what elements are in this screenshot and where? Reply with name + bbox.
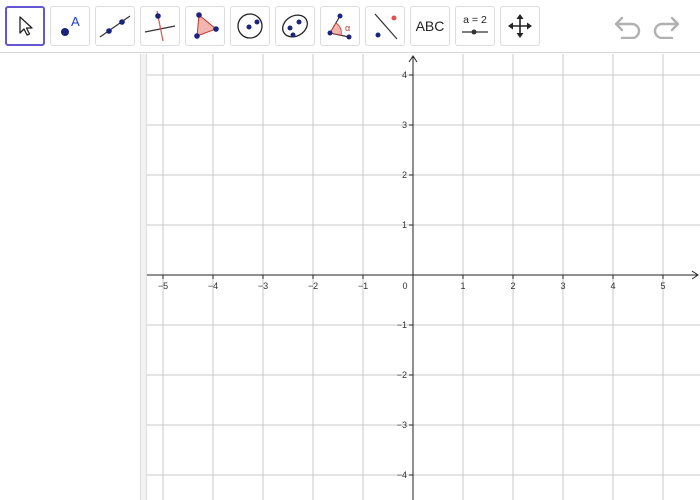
x-tick-label: −4 [208,281,218,291]
polygon-icon [194,12,219,39]
view-splitter[interactable] [140,54,147,500]
slider-icon: a = 2 [462,14,488,35]
reflect-about-line-icon [374,13,398,40]
move-tool-button[interactable] [5,6,45,46]
graphics-view[interactable]: −5 −4 −3 −2 −1 1 2 3 4 5 0 1 2 3 4 −1 −2 −3 −4 [147,54,700,500]
point-tool-label: A [71,14,80,29]
move-graphics-view-icon [508,14,532,38]
point-icon: A [61,14,80,36]
move-arrow-icon [19,16,33,36]
line-through-points-icon [99,15,131,38]
move-graphics-view-tool-button[interactable] [500,6,540,46]
redo-icon [653,16,680,39]
text-tool-button[interactable]: ABC [410,6,450,46]
angle-icon: α [327,13,352,40]
undo-button[interactable] [612,12,644,40]
circle-center-point-icon [237,13,263,39]
x-tick-label: 4 [610,281,615,291]
perpendicular-line-icon [144,10,176,42]
circle-tool-button[interactable] [230,6,270,46]
x-tick-label: −3 [258,281,268,291]
x-tick-label: −2 [308,281,318,291]
y-tick-label: 3 [402,120,407,130]
algebra-view[interactable] [0,54,140,500]
y-tick-label: −3 [397,420,407,430]
line-tool-button[interactable] [95,6,135,46]
text-tool-label: ABC [415,18,445,34]
perpendicular-tool-button[interactable] [140,6,180,46]
redo-button[interactable] [650,12,682,40]
polygon-tool-button[interactable] [185,6,225,46]
slider-tool-button[interactable]: a = 2 [455,6,495,46]
x-tick-label: −1 [358,281,368,291]
undo-icon [614,16,641,39]
y-tick-label: 2 [402,170,407,180]
y-tick-label: −1 [397,320,407,330]
ellipse-icon [282,14,308,38]
x-tick-label: 1 [460,281,465,291]
angle-tool-label: α [345,23,350,33]
ellipse-tool-button[interactable] [275,6,315,46]
y-tick-label: 1 [402,220,407,230]
origin-label: 0 [402,281,407,291]
coordinate-plane[interactable]: −5 −4 −3 −2 −1 1 2 3 4 5 0 1 2 3 4 −1 −2 −3 −4 [147,54,700,500]
toolbar: A α ABC a = 2 [0,0,700,53]
y-tick-label: −4 [397,470,407,480]
y-tick-label: −2 [397,370,407,380]
x-tick-label: 2 [510,281,515,291]
x-tick-label: 5 [660,281,665,291]
slider-tool-label: a = 2 [463,14,487,26]
x-tick-label: 3 [560,281,565,291]
y-tick-label: 4 [402,70,407,80]
point-tool-button[interactable]: A [50,6,90,46]
x-tick-label: −5 [158,281,168,291]
angle-tool-button[interactable]: α [320,6,360,46]
reflect-tool-button[interactable] [365,6,405,46]
